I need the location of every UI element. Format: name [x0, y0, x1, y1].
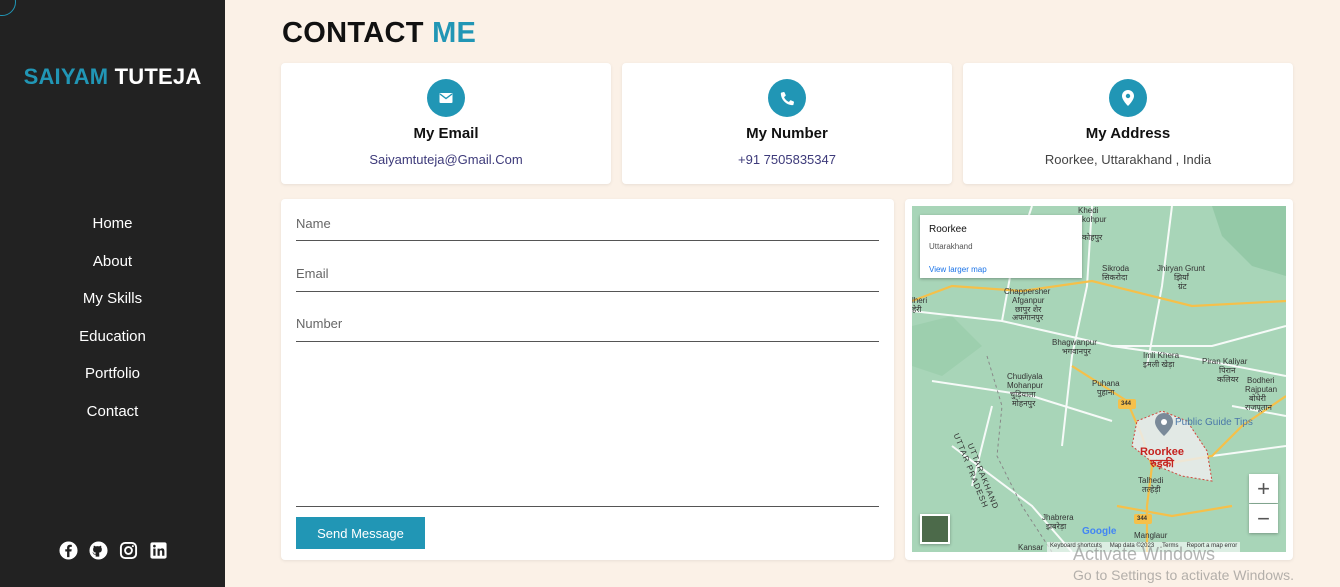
map-label-sikroda-hi: सिकरोदा	[1102, 273, 1128, 282]
nav-item-contact[interactable]: Contact	[0, 400, 225, 438]
route-shield-344-south: 344	[1137, 516, 1148, 522]
map-label-afganpur-hi2: अफगानपुर	[1012, 313, 1044, 322]
map-label-bodheri-hi2: राजपूतान	[1245, 403, 1272, 412]
map-label-chappersher: Chappersher	[1004, 287, 1051, 296]
map-label-jhabrera: Jhabrera	[1042, 513, 1074, 522]
map-info-title: Roorkee	[929, 224, 967, 235]
google-logo-text: Google	[1082, 526, 1117, 537]
map-label-lheri: lheri	[912, 296, 928, 305]
number-placeholder: Number	[296, 316, 343, 331]
email-card-title: My Email	[413, 125, 479, 142]
map-city-roorkee-hi: रुड़की	[1150, 458, 1174, 470]
map-layer-toggle[interactable]	[920, 514, 950, 544]
page-title: CONTACT ME	[282, 17, 476, 50]
map-label-imlikhera: Imli Khera	[1143, 351, 1180, 360]
address-card: My Address Roorkee, Uttarakhand , India	[963, 63, 1293, 184]
number-field[interactable]: Number	[296, 315, 879, 342]
contact-form: Name Email Number Send Message	[281, 199, 894, 560]
map-label-bodheri: Bodheri	[1247, 376, 1275, 385]
phone-icon	[768, 79, 806, 117]
address-card-title: My Address	[1085, 125, 1171, 142]
brand-first-name: SAIYAM	[23, 64, 109, 89]
poi-public-guide-tips[interactable]: Public Guide Tips	[1175, 418, 1253, 428]
route-shield-344-north: 344	[1121, 401, 1132, 407]
nav-item-education[interactable]: Education	[0, 325, 225, 363]
map-label-chudiyala-hi1: चुड़ियाला	[1010, 390, 1036, 399]
map-label-kohpur: kohpur	[1082, 215, 1107, 224]
location-pin-icon	[1109, 79, 1147, 117]
brand-last-name: TUTEJA	[114, 64, 202, 89]
map-label-bodheri-hi1: बोधेरी	[1249, 394, 1266, 403]
send-message-button[interactable]: Send Message	[296, 517, 425, 549]
map-label-chudiyala: Chudiyala	[1007, 372, 1043, 381]
page-title-main: CONTACT	[282, 17, 424, 49]
corner-circle-icon	[0, 0, 16, 16]
map-info-subtitle: Uttarakhand	[929, 242, 973, 251]
email-link[interactable]: Saiyamtuteja@Gmail.Com	[281, 152, 611, 167]
map-info-card: Roorkee Uttarakhand View larger map	[920, 215, 1082, 278]
map-label-afganpur: Afganpur	[1012, 296, 1045, 305]
map-label-sikroda: Sikroda	[1102, 264, 1130, 273]
github-icon[interactable]	[88, 540, 108, 560]
activate-windows-watermark: Activate Windows Go to Settings to activ…	[1073, 544, 1294, 583]
map-label-manglaur: Manglaur	[1134, 531, 1168, 540]
map-label-talhedi: Talhedi	[1138, 476, 1164, 485]
map-label-imlikhera-hi: इमली खेड़ा	[1143, 360, 1175, 369]
brand-logo[interactable]: SAIYAM TUTEJA	[0, 64, 225, 90]
map-label-jhabrera-hi: झबरेड़ा	[1046, 522, 1067, 531]
email-card: My Email Saiyamtuteja@Gmail.Com	[281, 63, 611, 184]
map-label-rajputan: Rajputan	[1245, 385, 1278, 394]
name-field[interactable]: Name	[296, 215, 879, 241]
map-label-puhana: Puhana	[1092, 379, 1120, 388]
map-city-roorkee: Roorkee	[1139, 446, 1185, 458]
map-label-mohanpur: Mohanpur	[1007, 381, 1044, 390]
facebook-icon[interactable]	[58, 540, 78, 560]
page-title-accent: ME	[432, 17, 477, 49]
view-larger-map-link[interactable]: View larger map	[929, 265, 987, 274]
map-label-pirankaliyar: Piran Kaliyar	[1202, 357, 1248, 366]
google-logo: Google	[1082, 526, 1116, 537]
address-text: Roorkee, Uttarakhand , India	[1044, 152, 1212, 167]
map-label-chudiyala-hi2: मोहनपुर	[1012, 399, 1036, 408]
linkedin-icon[interactable]	[148, 540, 168, 560]
envelope-icon	[427, 79, 465, 117]
main-nav: Home About My Skills Education Portfolio…	[0, 212, 225, 437]
map-label-bhagwanpur-hi: भगवानपुर	[1062, 347, 1091, 356]
map-zoom-in-button[interactable]: +	[1249, 474, 1278, 503]
map-label-jhiryan-hi: झिर्यां	[1174, 273, 1189, 282]
email-placeholder: Email	[296, 266, 329, 281]
number-card-title: My Number	[746, 125, 828, 142]
map-label-pirankaliyar-hi2: कलियर	[1217, 375, 1239, 384]
message-textarea[interactable]	[296, 342, 879, 507]
nav-item-about[interactable]: About	[0, 250, 225, 288]
map-label-lheri-hi: हेरी	[912, 305, 922, 314]
map-label-bhagwanpur: Bhagwanpur	[1052, 338, 1097, 347]
name-placeholder: Name	[296, 216, 331, 231]
email-field[interactable]: Email	[296, 265, 879, 292]
watermark-line2: Go to Settings to activate Windows.	[1073, 567, 1294, 583]
watermark-line1: Activate Windows	[1073, 544, 1216, 564]
nav-item-home[interactable]: Home	[0, 212, 225, 250]
phone-link[interactable]: +91 7505835347	[622, 152, 952, 167]
number-card: My Number +91 7505835347	[622, 63, 952, 184]
map-label-puhana-hi: पुहाना	[1097, 388, 1115, 397]
map-label-khedi: Khedi	[1078, 206, 1099, 215]
map-label-jhiryan-hi2: ग्रंट	[1178, 282, 1187, 291]
map-label-jhiryan: Jhiryan Grunt	[1157, 264, 1206, 273]
embedded-map[interactable]: Khedi kohpur कोहपुर Sikroda सिकरोदा Jhir…	[912, 206, 1286, 552]
social-links	[58, 540, 168, 560]
map-label-kohpur-hi: कोहपुर	[1082, 233, 1103, 242]
map-label-talhedi-hi: तल्हेड़ी	[1142, 485, 1161, 494]
sidebar: SAIYAM TUTEJA Home About My Skills Educa…	[0, 0, 225, 587]
nav-item-skills[interactable]: My Skills	[0, 287, 225, 325]
map-label-kansar: Kansar	[1018, 543, 1044, 552]
map-label-pirankaliyar-hi1: पिरान	[1219, 366, 1236, 375]
map-zoom-out-button[interactable]: −	[1249, 504, 1278, 533]
map-panel: Khedi kohpur कोहपुर Sikroda सिकरोदा Jhir…	[905, 199, 1293, 560]
instagram-icon[interactable]	[118, 540, 138, 560]
nav-item-portfolio[interactable]: Portfolio	[0, 362, 225, 400]
